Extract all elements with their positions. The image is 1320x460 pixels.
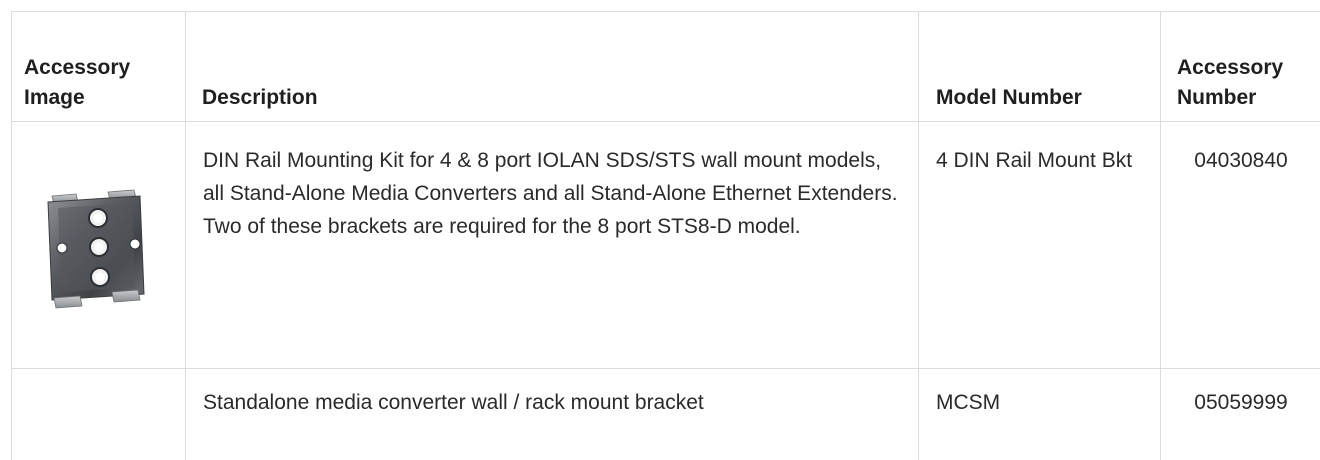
- header-accessory-image: Accessory Image: [24, 56, 131, 109]
- model-number-text: 4 DIN Rail Mount Bkt: [936, 149, 1133, 172]
- description-text: DIN Rail Mounting Kit for 4 & 8 port IOL…: [203, 149, 898, 238]
- model-cell: MCSM: [919, 369, 1161, 460]
- description-cell: DIN Rail Mounting Kit for 4 & 8 port IOL…: [186, 122, 919, 368]
- header-cell-image: Accessory Image: [12, 12, 186, 121]
- table-row: DIN Rail Mounting Kit for 4 & 8 port IOL…: [12, 122, 1320, 369]
- accessory-number-text: 05059999: [1194, 391, 1288, 414]
- table-row: Standalone media converter wall / rack m…: [12, 369, 1320, 460]
- description-text: Standalone media converter wall / rack m…: [203, 391, 704, 414]
- header-cell-description: Description: [186, 12, 919, 121]
- image-cell: [12, 122, 186, 368]
- accessory-number-text: 04030840: [1194, 149, 1288, 172]
- model-cell: 4 DIN Rail Mount Bkt: [919, 122, 1161, 368]
- header-cell-model: Model Number: [919, 12, 1161, 121]
- header-description: Description: [202, 86, 318, 109]
- header-accessory-number: Accessory Number: [1177, 56, 1284, 109]
- image-cell: [12, 369, 186, 460]
- accessory-number-cell: 05059999: [1161, 369, 1320, 460]
- model-number-text: MCSM: [936, 391, 1001, 414]
- accessory-number-cell: 04030840: [1161, 122, 1320, 368]
- din-rail-bracket-image: [47, 189, 145, 309]
- accessories-table: Accessory Image Description Model Number…: [11, 11, 1320, 460]
- table-header-row: Accessory Image Description Model Number…: [12, 12, 1320, 122]
- description-cell: Standalone media converter wall / rack m…: [186, 369, 919, 460]
- header-model-number: Model Number: [936, 86, 1082, 109]
- header-cell-accessory-number: Accessory Number: [1161, 12, 1320, 121]
